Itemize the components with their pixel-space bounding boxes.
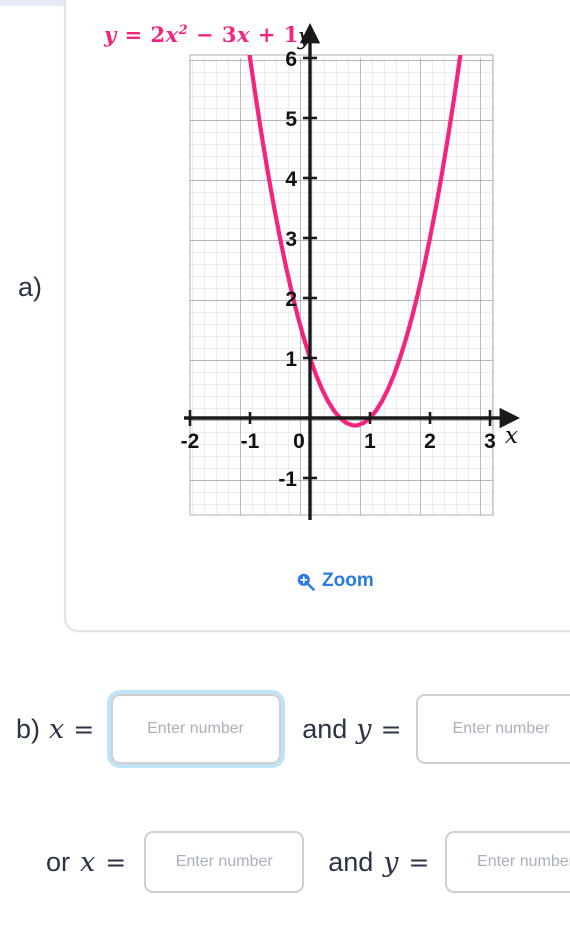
part-b-x-variable: x xyxy=(49,713,65,745)
y-tick-label: -1 xyxy=(278,468,297,491)
part-b-answer-row: b) x = and y = xyxy=(0,694,570,764)
y-axis-label: y xyxy=(297,24,312,50)
y-tick-label: 2 xyxy=(285,288,297,311)
zoom-button[interactable]: Zoom xyxy=(296,570,374,592)
or-label: or xyxy=(46,846,71,877)
x-tick-label: -1 xyxy=(241,430,260,453)
part-b-alt-y-input[interactable] xyxy=(445,831,570,893)
part-a-section: a) y = 2x2 − 3x + 1 -2 -1 0 1 2 3 6 5 4 … xyxy=(0,0,570,632)
x-axis-label: x xyxy=(505,423,518,449)
x-tick-label: 0 xyxy=(293,430,305,453)
coordinate-plane: -2 -1 0 1 2 3 6 5 4 3 2 1 -1 x y xyxy=(181,23,520,520)
part-b-alt-and-label: and xyxy=(328,846,374,877)
y-tick-label: 6 xyxy=(285,48,297,71)
y-tick-label: 5 xyxy=(285,108,297,131)
part-b-and-label: and xyxy=(302,713,348,744)
part-b-alt-x-variable: x xyxy=(80,846,96,878)
part-b-x-input[interactable] xyxy=(110,694,281,764)
zoom-button-label: Zoom xyxy=(322,570,374,591)
x-tick-label: -2 xyxy=(181,430,200,453)
x-tick-label: 1 xyxy=(364,430,376,453)
part-b-y-variable: y xyxy=(356,713,372,745)
y-tick-label: 1 xyxy=(285,348,297,371)
part-b-alt-y-equals: = xyxy=(408,847,430,877)
part-b-alt-y-variable: y xyxy=(383,846,399,878)
part-b-label: b) xyxy=(16,713,41,744)
part-b-y-input[interactable] xyxy=(416,694,570,764)
x-tick-label: 3 xyxy=(484,430,496,453)
part-b-y-equals: = xyxy=(380,714,402,744)
part-b-alt-answer-row: or x = and y = xyxy=(0,830,570,894)
magnifier-plus-icon xyxy=(296,572,315,591)
graph-figure: y = 2x2 − 3x + 1 -2 -1 0 1 2 3 6 5 4 3 2… xyxy=(0,0,570,632)
part-b-x-equals: = xyxy=(73,714,95,744)
x-tick-label: 2 xyxy=(424,430,436,453)
grid-background xyxy=(189,54,494,516)
y-tick-label: 3 xyxy=(285,228,297,251)
y-tick-label: 4 xyxy=(285,168,297,191)
part-b-alt-x-input[interactable] xyxy=(144,831,305,893)
part-b-alt-x-equals: = xyxy=(105,847,127,877)
